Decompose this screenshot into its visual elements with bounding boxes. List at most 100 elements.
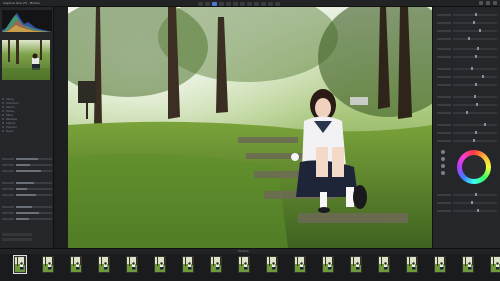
swatch[interactable]: [441, 164, 445, 168]
adjust-slider[interactable]: [2, 205, 52, 208]
filmstrip-thumbnail[interactable]: [70, 256, 82, 273]
disclosure-icon: [2, 118, 4, 120]
adjust-row[interactable]: [437, 95, 497, 98]
panel-section-item[interactable]: Styles: [2, 129, 52, 133]
color-balance-wheel-icon[interactable]: [457, 150, 491, 184]
disclosure-icon: [2, 98, 4, 100]
disclosure-icon: [2, 122, 4, 124]
adjust-row[interactable]: [437, 55, 497, 58]
adjust-row[interactable]: [437, 103, 497, 106]
panel-section-label: Albums: [6, 105, 15, 109]
panel-section-label: Collections: [6, 101, 19, 105]
minimize-button[interactable]: [479, 1, 483, 5]
toolbar-button[interactable]: [198, 1, 203, 6]
navigator-header[interactable]: [2, 35, 52, 39]
thumbnail-strip: [13, 255, 500, 274]
window-controls: [479, 1, 497, 5]
toolbar-button[interactable]: [233, 1, 238, 6]
export-button[interactable]: [2, 238, 32, 241]
disclosure-icon: [2, 114, 4, 116]
toolbar-button[interactable]: [254, 1, 259, 6]
adjust-row[interactable]: [437, 13, 497, 16]
adjust-slider[interactable]: [2, 157, 52, 160]
toolbar-button[interactable]: [240, 1, 245, 6]
filmstrip-thumbnail[interactable]: [13, 255, 27, 274]
adjust-row[interactable]: [437, 123, 497, 126]
panel-gutter: [55, 7, 68, 248]
filmstrip-thumbnail[interactable]: [154, 256, 166, 273]
app-title: Capture One 23 - Photos: [3, 1, 40, 5]
maximize-button[interactable]: [486, 1, 490, 5]
close-button[interactable]: [493, 1, 497, 5]
adjust-row[interactable]: [437, 131, 497, 134]
toolbar-button[interactable]: [247, 1, 252, 6]
panel-section-label: Exposure: [6, 125, 17, 129]
adjust-row[interactable]: [437, 37, 497, 40]
image-viewer[interactable]: [68, 7, 432, 248]
filmstrip-thumbnail[interactable]: [322, 256, 334, 273]
filmstrip-thumbnail[interactable]: [462, 256, 474, 273]
filmstrip-thumbnail[interactable]: [238, 256, 250, 273]
toolbar-button[interactable]: [226, 1, 231, 6]
adjust-slider[interactable]: [2, 163, 52, 166]
adjust-slider[interactable]: [2, 169, 52, 172]
adjust-slider[interactable]: [2, 193, 52, 196]
adjust-row[interactable]: [437, 21, 497, 24]
adjust-row[interactable]: [437, 139, 497, 142]
color-swatches: [441, 150, 451, 178]
adjust-row[interactable]: [437, 209, 497, 212]
filmstrip-thumbnail[interactable]: [434, 256, 446, 273]
disclosure-icon: [2, 126, 4, 128]
swatch[interactable]: [441, 171, 445, 175]
import-button[interactable]: [2, 233, 32, 236]
filmstrip-thumbnail[interactable]: [294, 256, 306, 273]
disclosure-icon: [2, 110, 4, 112]
main-toolbar: [198, 1, 280, 6]
adjust-row[interactable]: [437, 75, 497, 78]
toolbar-button[interactable]: [205, 1, 210, 6]
toolbar-button[interactable]: [219, 1, 224, 6]
toolbar-button[interactable]: [212, 1, 217, 6]
filmstrip-thumbnail[interactable]: [490, 256, 500, 273]
adjust-row[interactable]: [437, 83, 497, 86]
adjust-slider[interactable]: [2, 187, 52, 190]
filmstrip-thumbnail[interactable]: [98, 256, 110, 273]
adjust-row[interactable]: [437, 193, 497, 196]
adjust-slider[interactable]: [2, 217, 52, 220]
panel-section-label: Capture: [6, 121, 16, 125]
filmstrip-thumbnail[interactable]: [182, 256, 194, 273]
panel-tabs[interactable]: [2, 85, 52, 89]
filmstrip-thumbnail[interactable]: [266, 256, 278, 273]
toolbar-button[interactable]: [268, 1, 273, 6]
panel-section-label: Filters: [6, 113, 13, 117]
adjust-row[interactable]: [437, 47, 497, 50]
filmstrip-thumbnail[interactable]: [406, 256, 418, 273]
adjust-row[interactable]: [437, 201, 497, 204]
swatch[interactable]: [441, 150, 445, 154]
panel-section-label: Metadata: [6, 117, 17, 121]
adjust-row[interactable]: [437, 67, 497, 70]
panel-section-label: Styles: [6, 129, 13, 133]
histogram: [2, 10, 52, 32]
left-panel-footer: [2, 233, 52, 245]
disclosure-icon: [2, 130, 4, 132]
toolbar-button[interactable]: [261, 1, 266, 6]
filmstrip-thumbnail[interactable]: [378, 256, 390, 273]
filmstrip-thumbnail[interactable]: [350, 256, 362, 273]
filmstrip-thumbnail[interactable]: [210, 256, 222, 273]
toolbar-button[interactable]: [275, 1, 280, 6]
disclosure-icon: [2, 102, 4, 104]
disclosure-icon: [2, 106, 4, 108]
adjust-row[interactable]: [437, 29, 497, 32]
library-panel-list: Library Collections Albums Folders Filters Me…: [2, 97, 52, 133]
filmstrip-thumbnail[interactable]: [42, 256, 54, 273]
title-bar: Capture One 23 - Photos: [0, 0, 500, 7]
right-tool-panel: [432, 7, 500, 248]
adjust-slider[interactable]: [2, 181, 52, 184]
filmstrip-header: Filmstrip: [0, 249, 500, 254]
navigator-thumbnail[interactable]: [2, 40, 50, 80]
filmstrip-thumbnail[interactable]: [126, 256, 138, 273]
adjust-slider[interactable]: [2, 211, 52, 214]
adjust-row[interactable]: [437, 111, 497, 114]
swatch[interactable]: [441, 157, 445, 161]
